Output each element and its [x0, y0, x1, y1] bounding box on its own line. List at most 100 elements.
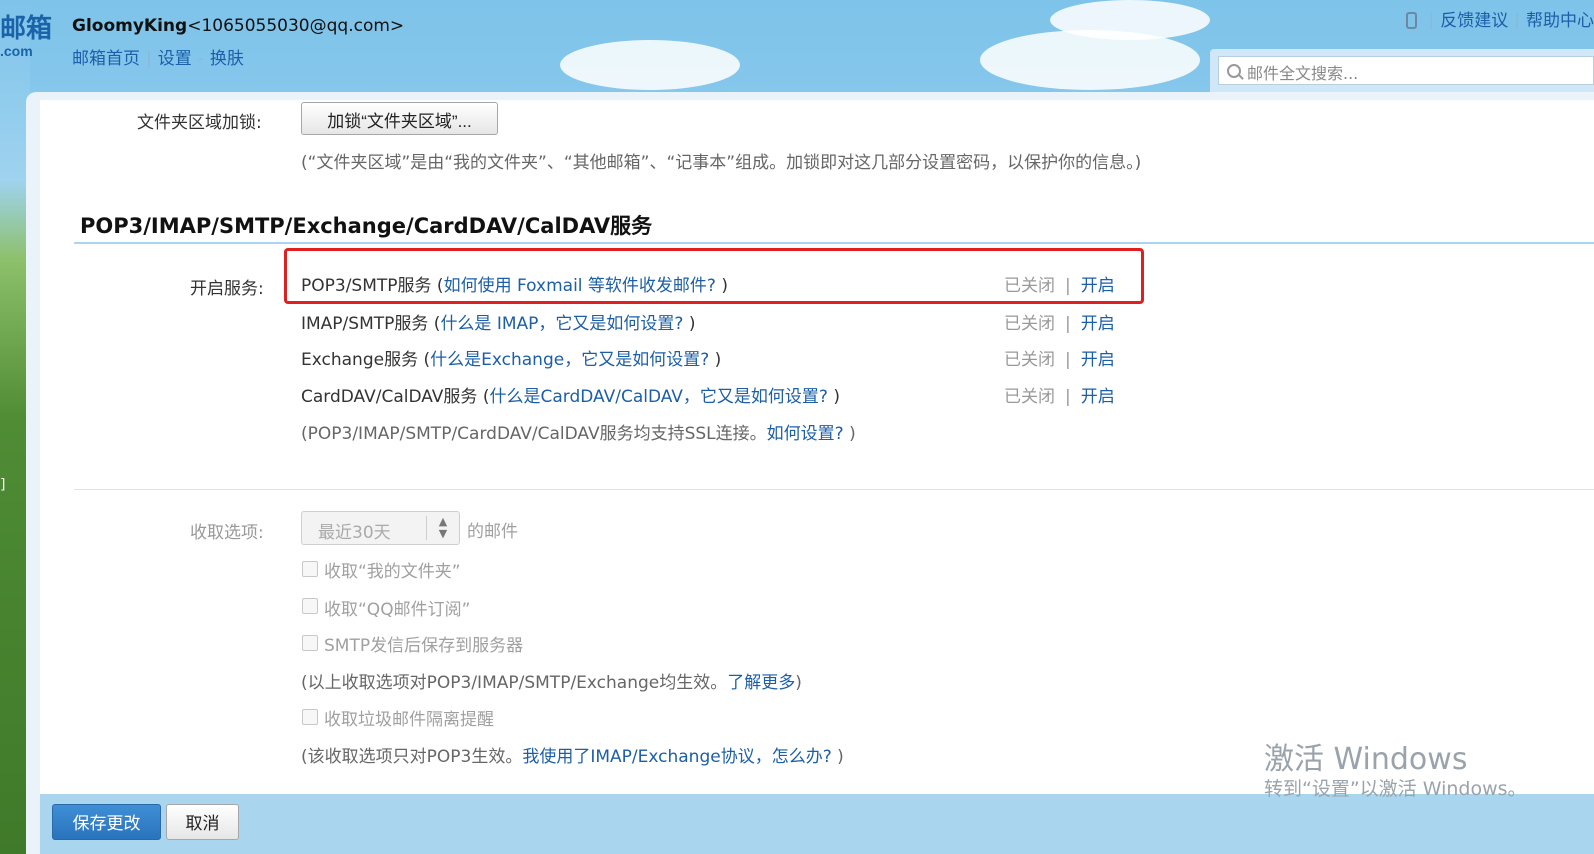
checkbox-smtp-save[interactable]	[302, 635, 318, 651]
service-name: POP3/SMTP服务	[301, 276, 432, 296]
paren: )	[715, 276, 728, 296]
folder-lock-note: (“文件夹区域”是由“我的文件夹”、“其他邮箱”、“记事本”组成。加锁即对这几部…	[301, 153, 1142, 173]
logo-domain: .com	[0, 43, 33, 59]
service-name: CardDAV/CalDAV服务	[301, 387, 478, 407]
save-button[interactable]: 保存更改	[52, 804, 161, 840]
checkbox-my-folders[interactable]	[302, 561, 318, 577]
link-separator: |	[1514, 11, 1520, 31]
logo[interactable]: 邮箱 .com	[0, 14, 52, 58]
paren: )	[831, 747, 844, 767]
search-area: 邮件全文搜索...	[1210, 49, 1594, 93]
paren: )	[843, 424, 856, 444]
note-text: (以上收取选项对POP3/IMAP/SMTP/Exchange均生效。	[301, 673, 728, 693]
settings-content	[40, 100, 1594, 794]
ssl-note-text: (POP3/IMAP/SMTP/CardDAV/CalDAV服务均支持SSL连接…	[301, 424, 767, 444]
nav-skin-link[interactable]: 换肤	[210, 49, 244, 69]
service-help-link[interactable]: 什么是Exchange，它又是如何设置?	[430, 350, 709, 370]
ssl-howto-link[interactable]: 如何设置?	[767, 424, 844, 444]
select-arrows-icon: ▲ ▼	[426, 516, 459, 540]
service-row-imap: IMAP/SMTP服务 (什么是 IMAP，它又是如何设置? )	[301, 309, 695, 334]
paren: )	[709, 350, 722, 370]
service-name: Exchange服务	[301, 350, 419, 370]
section-divider	[74, 242, 1594, 244]
paren: (	[477, 387, 490, 407]
imap-exchange-help-link[interactable]: 我使用了IMAP/Exchange协议，怎么办?	[522, 747, 831, 767]
option-label: 收取“我的文件夹”	[324, 562, 461, 582]
account-email: <1065055030@qq.com>	[187, 16, 405, 36]
folder-lock-label: 文件夹区域加锁:	[137, 113, 262, 133]
section-divider	[74, 489, 1594, 490]
logo-text: 邮箱	[0, 14, 53, 44]
enable-pop3-link[interactable]: 开启	[1081, 276, 1115, 296]
nav-separator: |	[146, 49, 152, 69]
receive-note: (以上收取选项对POP3/IMAP/SMTP/Exchange均生效。了解更多)	[301, 668, 802, 693]
receive-range-select[interactable]: 最近30天 ▲ ▼	[301, 511, 460, 545]
status-separator: |	[1065, 387, 1071, 407]
mobile-icon[interactable]	[1406, 12, 1418, 29]
search-placeholder: 邮件全文搜索...	[1247, 64, 1359, 83]
paren: (	[418, 350, 431, 370]
paren: )	[827, 387, 840, 407]
nav-settings-link[interactable]: 设置	[158, 49, 192, 69]
services-section-title: POP3/IMAP/SMTP/Exchange/CardDAV/CalDAV服务	[80, 214, 653, 238]
receive-options-label: 收取选项:	[190, 523, 264, 543]
cloud-decoration	[980, 30, 1200, 90]
status-separator: |	[1065, 350, 1071, 370]
paren: (	[431, 276, 444, 296]
paren: )	[795, 673, 802, 693]
ssl-note: (POP3/IMAP/SMTP/CardDAV/CalDAV服务均支持SSL连接…	[301, 419, 856, 444]
receive-suffix: 的邮件	[467, 522, 518, 542]
paren: )	[683, 314, 696, 334]
service-status-carddav: 已关闭 | 开启	[1004, 382, 1115, 407]
enable-imap-link[interactable]: 开启	[1081, 314, 1115, 334]
service-row-exchange: Exchange服务 (什么是Exchange，它又是如何设置? )	[301, 345, 721, 370]
service-row-carddav: CardDAV/CalDAV服务 (什么是CardDAV/CalDAV，它又是如…	[301, 382, 840, 407]
pop3-only-note: (该收取选项只对POP3生效。我使用了IMAP/Exchange协议，怎么办? …	[301, 742, 844, 767]
service-status: 已关闭	[1004, 387, 1055, 407]
cloud-decoration	[1050, 0, 1210, 40]
service-status-imap: 已关闭 | 开启	[1004, 309, 1115, 334]
status-separator: |	[1065, 314, 1071, 334]
search-icon	[1227, 64, 1241, 78]
link-separator: |	[1428, 11, 1435, 31]
enable-exchange-link[interactable]: 开启	[1081, 350, 1115, 370]
select-value: 最近30天	[318, 523, 391, 543]
enable-carddav-link[interactable]: 开启	[1081, 387, 1115, 407]
top-nav: 邮箱首页 | 设置 - 换肤	[72, 44, 244, 69]
note-text: (该收取选项只对POP3生效。	[301, 747, 523, 767]
cloud-decoration	[560, 40, 740, 90]
footer-bar	[40, 794, 1594, 854]
folder-lock-button[interactable]: 加锁“文件夹区域”...	[301, 102, 498, 135]
help-center-link[interactable]: 帮助中心	[1526, 11, 1594, 31]
services-label: 开启服务:	[190, 279, 264, 299]
service-help-link[interactable]: 什么是 IMAP，它又是如何设置?	[440, 314, 683, 334]
search-input[interactable]: 邮件全文搜索...	[1218, 56, 1594, 85]
checkbox-spam-reminder[interactable]	[302, 709, 318, 725]
nav-home-link[interactable]: 邮箱首页	[72, 49, 140, 69]
service-name: IMAP/SMTP服务	[301, 314, 429, 334]
service-status: 已关闭	[1004, 314, 1055, 334]
learn-more-link[interactable]: 了解更多	[727, 673, 795, 693]
service-status-pop3: 已关闭 | 开启	[1004, 271, 1115, 296]
service-help-link[interactable]: 什么是CardDAV/CalDAV，它又是如何设置?	[489, 387, 827, 407]
feedback-link[interactable]: 反馈建议	[1440, 11, 1508, 31]
service-help-link[interactable]: 如何使用 Foxmail 等软件收发邮件?	[444, 276, 716, 296]
service-row-pop3: POP3/SMTP服务 (如何使用 Foxmail 等软件收发邮件? )	[301, 271, 728, 296]
cancel-button[interactable]: 取消	[166, 804, 239, 840]
option-label: SMTP发信后保存到服务器	[324, 636, 524, 656]
service-status-exchange: 已关闭 | 开启	[1004, 345, 1115, 370]
paren: (	[428, 314, 441, 334]
account-name: GloomyKing	[72, 16, 188, 36]
status-separator: |	[1065, 276, 1071, 296]
checkbox-qq-subscriptions[interactable]	[302, 598, 318, 614]
option-label: 收取“QQ邮件订阅”	[324, 600, 471, 620]
activation-watermark-title: 激活 Windows	[1264, 742, 1468, 777]
option-label: 收取垃圾邮件隔离提醒	[324, 710, 494, 730]
service-status: 已关闭	[1004, 276, 1055, 296]
activation-watermark-subtitle: 转到“设置”以激活 Windows。	[1264, 778, 1527, 800]
account-info: GloomyKing<1065055030@qq.com>	[72, 16, 404, 36]
service-status: 已关闭	[1004, 350, 1055, 370]
sidebar-fragment: ]	[0, 477, 6, 493]
nav-separator: -	[197, 49, 204, 69]
top-right-links: | 反馈建议 | 帮助中心	[1406, 6, 1594, 31]
